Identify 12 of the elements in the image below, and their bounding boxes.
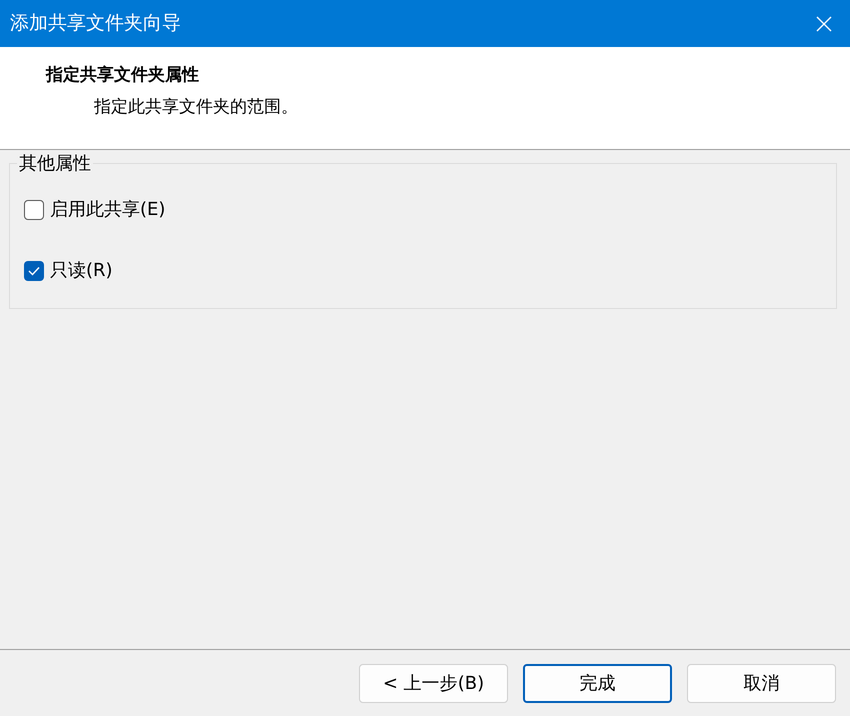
dialog-button[interactable]: 完成	[523, 664, 672, 702]
checkbox[interactable]	[24, 260, 44, 280]
window-title: 添加共享文件夹向导	[10, 11, 181, 36]
dialog-button[interactable]: < 上一步(B)	[359, 664, 508, 702]
dialog-button[interactable]: 取消	[687, 664, 836, 702]
close-icon[interactable]	[816, 16, 832, 32]
header-title: 指定共享文件夹属性	[46, 64, 200, 87]
header-subtitle: 指定此共享文件夹的范围。	[93, 96, 299, 118]
checkmark-icon	[28, 266, 40, 276]
checkbox[interactable]	[24, 200, 44, 220]
checkbox-label: 只读(R)	[50, 259, 113, 283]
checkbox-label: 启用此共享(E)	[50, 198, 166, 222]
